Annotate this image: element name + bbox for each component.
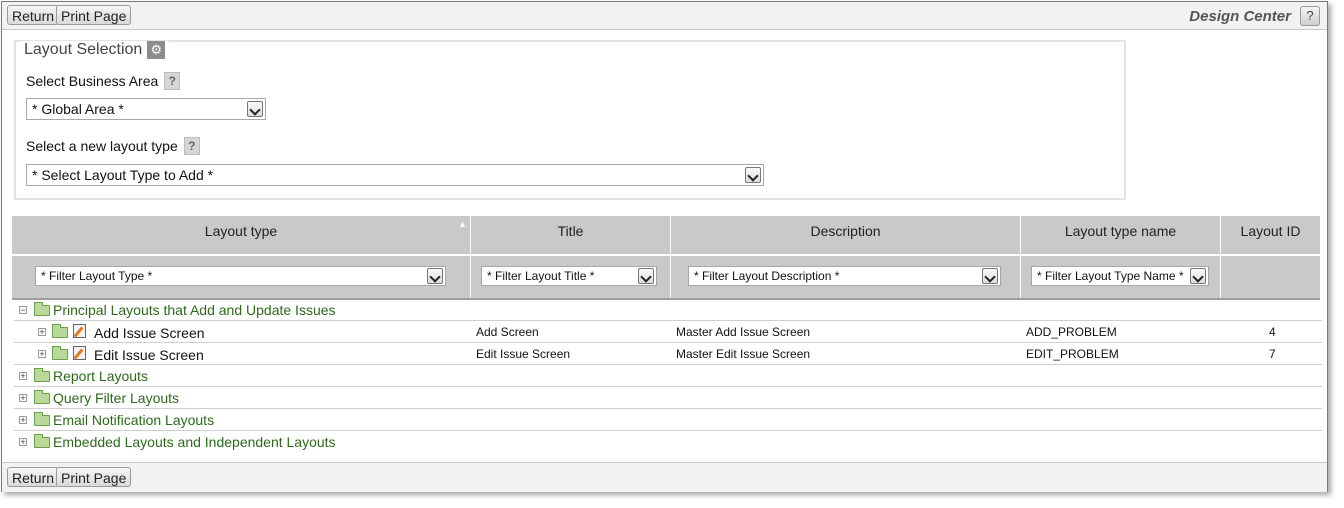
folder-icon: [34, 302, 50, 316]
filter-layout-type-name-select[interactable]: * Filter Layout Type Name *: [1031, 266, 1209, 286]
filter-cell-description: * Filter Layout Description *: [671, 256, 1021, 298]
layout-name[interactable]: Edit Issue Screen: [94, 347, 204, 363]
tree-item-row[interactable]: + Edit Issue Screen Edit Issue Screen Ma…: [14, 343, 1322, 365]
business-area-label: Select Business Area: [26, 73, 159, 89]
print-page-button[interactable]: Print Page: [56, 467, 132, 487]
tree-group-row[interactable]: − Principal Layouts that Add and Update …: [14, 299, 1322, 321]
gear-icon[interactable]: ⚙: [147, 41, 166, 59]
filter-layout-description-value: * Filter Layout Description *: [694, 269, 840, 283]
layout-title: Edit Issue Screen: [476, 347, 571, 361]
layout-description: Master Add Issue Screen: [676, 325, 811, 339]
edit-layout-icon[interactable]: [73, 324, 86, 338]
return-button[interactable]: Return: [7, 5, 60, 25]
expand-icon[interactable]: +: [38, 328, 46, 337]
filter-layout-type-value: * Filter Layout Type *: [41, 269, 153, 283]
tree-group-row[interactable]: + Embedded Layouts and Independent Layou…: [14, 431, 1322, 453]
business-area-value: * Global Area *: [32, 101, 124, 117]
layout-table-header: Layout type ▲ Title Description Layout t…: [12, 216, 1320, 300]
sort-ascending-icon[interactable]: ▲: [458, 219, 467, 229]
chevron-down-icon[interactable]: [638, 268, 654, 284]
tree-group-label[interactable]: Email Notification Layouts: [53, 412, 214, 428]
help-icon[interactable]: ?: [1300, 6, 1320, 26]
filter-layout-type-name-value: * Filter Layout Type Name *: [1037, 269, 1184, 283]
app-title: Design Center: [1189, 8, 1291, 25]
tree-group-label[interactable]: Report Layouts: [53, 368, 148, 384]
tree-group-row[interactable]: + Report Layouts: [14, 365, 1322, 387]
layout-name[interactable]: Add Issue Screen: [94, 325, 205, 341]
help-icon[interactable]: ?: [164, 72, 181, 90]
filter-layout-title-select[interactable]: * Filter Layout Title *: [481, 266, 657, 286]
layout-id: 7: [1269, 347, 1276, 361]
chevron-down-icon[interactable]: [982, 268, 998, 284]
filter-cell-layout-type-name: * Filter Layout Type Name *: [1021, 256, 1221, 298]
expand-icon[interactable]: +: [19, 394, 27, 403]
column-header-description[interactable]: Description: [671, 216, 1021, 254]
folder-icon: [34, 368, 50, 382]
filter-layout-description-select[interactable]: * Filter Layout Description *: [688, 266, 1001, 286]
collapse-icon[interactable]: −: [19, 306, 27, 315]
expand-icon[interactable]: +: [19, 416, 27, 425]
tree-group-row[interactable]: + Query Filter Layouts: [14, 387, 1322, 409]
top-toolbar: Return Print Page Design Center ?: [2, 2, 1327, 30]
filter-cell-title: * Filter Layout Title *: [471, 256, 671, 298]
folder-icon: [52, 346, 68, 360]
expand-icon[interactable]: +: [38, 350, 46, 359]
chevron-down-icon[interactable]: [247, 101, 263, 117]
layout-id: 4: [1269, 325, 1276, 339]
layout-type-name: EDIT_PROBLEM: [1026, 347, 1119, 361]
layout-type-value: * Select Layout Type to Add *: [32, 167, 214, 183]
folder-icon: [52, 324, 68, 338]
layout-type-label: Select a new layout type: [26, 138, 178, 154]
folder-icon: [34, 434, 50, 448]
column-header-title[interactable]: Title: [471, 216, 671, 254]
folder-icon: [34, 390, 50, 404]
tree-group-label[interactable]: Principal Layouts that Add and Update Is…: [53, 302, 336, 318]
filter-cell-layout-type: * Filter Layout Type *: [12, 256, 471, 298]
chevron-down-icon[interactable]: [745, 167, 761, 183]
business-area-select[interactable]: * Global Area *: [26, 98, 266, 120]
layout-selection-title: Layout Selection: [24, 41, 143, 58]
column-header-layout-type-name[interactable]: Layout type name: [1021, 216, 1221, 254]
filter-cell-layout-id: [1221, 256, 1320, 298]
folder-icon: [34, 412, 50, 426]
expand-icon[interactable]: +: [19, 372, 27, 381]
design-center-window: Return Print Page Design Center ? Layout…: [1, 1, 1328, 492]
layout-type-name: ADD_PROBLEM: [1026, 325, 1117, 339]
bottom-toolbar: Return Print Page: [2, 462, 1327, 492]
chevron-down-icon[interactable]: [427, 268, 443, 284]
column-header-layout-id[interactable]: Layout ID: [1221, 216, 1320, 254]
filter-layout-title-value: * Filter Layout Title *: [487, 269, 595, 283]
layout-title: Add Screen: [476, 325, 539, 339]
return-button[interactable]: Return: [7, 467, 60, 487]
layout-description: Master Edit Issue Screen: [676, 347, 811, 361]
help-icon[interactable]: ?: [183, 137, 200, 155]
tree-group-row[interactable]: + Email Notification Layouts: [14, 409, 1322, 431]
chevron-down-icon[interactable]: [1190, 268, 1206, 284]
layout-type-select[interactable]: * Select Layout Type to Add *: [26, 164, 764, 186]
tree-group-label[interactable]: Embedded Layouts and Independent Layouts: [53, 434, 336, 450]
tree-group-label[interactable]: Query Filter Layouts: [53, 390, 179, 406]
print-page-button[interactable]: Print Page: [56, 5, 132, 25]
layout-type-label-row: Select a new layout type ?: [26, 137, 200, 155]
column-header-layout-type[interactable]: Layout type: [12, 216, 471, 254]
layout-selection-legend: Layout Selection ⚙: [20, 41, 170, 59]
business-area-label-row: Select Business Area ?: [26, 72, 181, 90]
filter-layout-type-select[interactable]: * Filter Layout Type *: [35, 266, 446, 286]
edit-layout-icon[interactable]: [73, 346, 86, 360]
tree-item-row[interactable]: + Add Issue Screen Add Screen Master Add…: [14, 321, 1322, 343]
expand-icon[interactable]: +: [19, 438, 27, 447]
